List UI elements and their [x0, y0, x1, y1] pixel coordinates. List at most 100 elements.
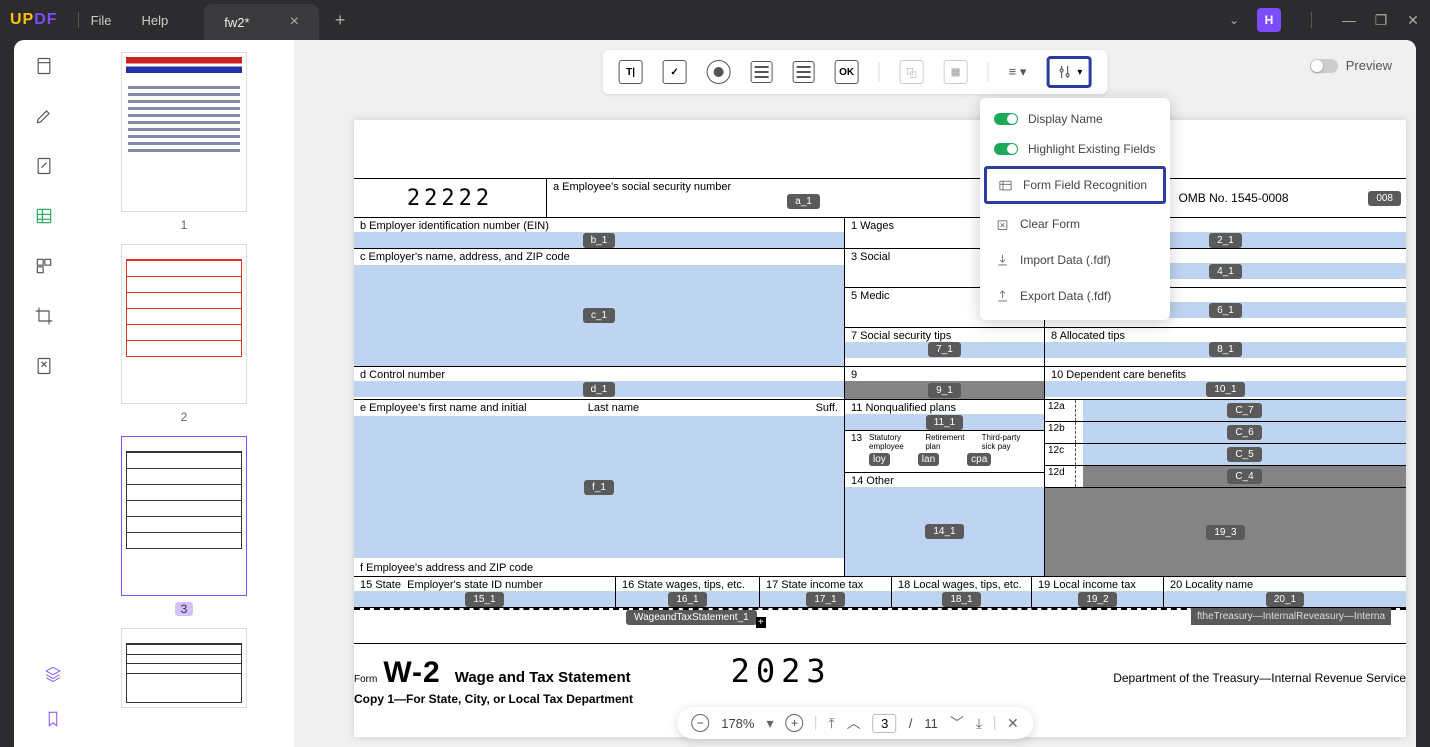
field-f1[interactable]: f_1	[584, 480, 614, 495]
thumb-3[interactable]: 3	[94, 436, 274, 616]
page-input[interactable]	[873, 714, 897, 733]
radio-icon[interactable]	[707, 60, 731, 84]
toggle-switch[interactable]	[1310, 59, 1338, 73]
field-17-1[interactable]: 17_1	[806, 592, 844, 607]
field-10-1[interactable]: 10_1	[1206, 382, 1244, 397]
grid-icon[interactable]: ▦	[944, 60, 968, 84]
chip-008[interactable]: 008	[1368, 191, 1401, 206]
dd-highlight-fields[interactable]: Highlight Existing Fields	[980, 134, 1170, 164]
text-field-icon[interactable]: T|	[619, 60, 643, 84]
dd-form-recognition[interactable]: Form Field Recognition	[984, 166, 1166, 204]
field-19-2[interactable]: 19_2	[1078, 592, 1116, 607]
close-controls-icon[interactable]: ✕	[1007, 715, 1019, 732]
field-16-1[interactable]: 16_1	[668, 592, 706, 607]
thumb-4[interactable]	[94, 628, 274, 708]
title-bar: UPDF File Help fw2* × + ⌄ H — ❐ ✕	[0, 0, 1430, 40]
chip-c4[interactable]: C_4	[1227, 469, 1261, 484]
add-tab-button[interactable]: +	[335, 0, 346, 40]
last-page-icon[interactable]: ⤓	[976, 715, 982, 732]
field-14-1[interactable]: 14_1	[925, 524, 963, 539]
chip-lan[interactable]: lan	[918, 453, 939, 466]
field-4-1[interactable]: 4_1	[1209, 264, 1242, 279]
thumb-1[interactable]: 1	[94, 52, 274, 232]
field-7-1[interactable]: 7_1	[928, 342, 961, 357]
chip-loy[interactable]: loy	[869, 453, 890, 466]
edit-icon[interactable]	[34, 156, 54, 176]
dd-display-name[interactable]: Display Name	[980, 104, 1170, 134]
label: a Employee's social security number	[553, 181, 731, 193]
field-d1[interactable]: d_1	[583, 382, 616, 397]
compress-icon[interactable]	[34, 356, 54, 376]
label: Suff.	[816, 402, 838, 414]
form-toolbar: T| ✓ OK ⿻ ▦ ≡ ▾ ▾	[603, 50, 1108, 94]
w2-form: 22222 a Employee's social security numbe…	[354, 178, 1406, 710]
document-area[interactable]: T| ✓ OK ⿻ ▦ ≡ ▾ ▾ Preview Display Name H…	[294, 40, 1416, 747]
field-15-1[interactable]: 15_1	[465, 592, 503, 607]
tab-close-icon[interactable]: ×	[290, 13, 299, 31]
chevron-down-icon[interactable]: ⌄	[1229, 13, 1239, 27]
zoom-dropdown-icon[interactable]: ▾	[766, 715, 773, 732]
help-menu[interactable]: Help	[142, 13, 169, 28]
layers-icon[interactable]	[44, 665, 62, 688]
row-d-9-10: d Control numberd_1 99_1 10 Dependent ca…	[354, 367, 1406, 400]
label: Employer's state ID number	[407, 579, 542, 591]
form-tools-button[interactable]: ▾	[1046, 56, 1091, 88]
chip-c6[interactable]: C_6	[1227, 425, 1261, 440]
dropdown-field-icon[interactable]	[751, 61, 773, 83]
organize-icon[interactable]	[34, 256, 54, 276]
zoom-in-button[interactable]: +	[786, 714, 804, 732]
dd-export-data[interactable]: Export Data (.fdf)	[980, 278, 1170, 314]
page-icon[interactable]	[34, 56, 54, 76]
chip-19-3[interactable]: 19_3	[1206, 525, 1244, 540]
chip-c7[interactable]: C_7	[1227, 403, 1261, 418]
field-b1[interactable]: b_1	[583, 233, 616, 248]
form-page: 22222 a Employee's social security numbe…	[354, 120, 1406, 737]
dd-import-data[interactable]: Import Data (.fdf)	[980, 242, 1170, 278]
zoom-out-button[interactable]: −	[691, 714, 709, 732]
form-tools-dropdown: Display Name Highlight Existing Fields F…	[980, 98, 1170, 320]
label: 5 Medic	[851, 290, 890, 302]
crop-icon[interactable]	[34, 306, 54, 326]
chip-wage-stmt[interactable]: WageandTaxStatement_1	[626, 610, 757, 625]
field-2-1[interactable]: 2_1	[1209, 233, 1242, 248]
chip-cpa[interactable]: cpa	[967, 453, 991, 466]
dd-label: Form Field Recognition	[1023, 178, 1147, 192]
dd-clear-form[interactable]: Clear Form	[980, 206, 1170, 242]
thumbnail-panel[interactable]: 1 2 3	[74, 40, 294, 747]
field-9-1[interactable]: 9_1	[928, 383, 961, 398]
field-c1[interactable]: c_1	[583, 308, 615, 323]
prev-page-icon[interactable]: ︿	[847, 713, 861, 733]
maximize-icon[interactable]: ❐	[1374, 12, 1388, 29]
minimize-icon[interactable]: —	[1342, 12, 1356, 28]
main-area: 1 2 3 T| ✓ OK ⿻ ▦ ≡ ▾ ▾	[14, 40, 1416, 747]
label: 9	[851, 369, 857, 381]
chip-c5[interactable]: C_5	[1227, 447, 1261, 462]
field-a1[interactable]: a_1	[787, 194, 820, 209]
highlight-icon[interactable]	[34, 106, 54, 126]
toggle-on-icon	[994, 143, 1018, 155]
bookmark-icon[interactable]	[44, 710, 62, 733]
first-page-icon[interactable]: ⤒	[829, 715, 835, 732]
form-icon[interactable]	[34, 206, 54, 226]
thumb-2[interactable]: 2	[94, 244, 274, 424]
user-avatar[interactable]: H	[1257, 8, 1281, 32]
list-field-icon[interactable]	[793, 61, 815, 83]
button-field-icon[interactable]: OK	[835, 60, 859, 84]
file-menu[interactable]: File	[91, 13, 112, 28]
checkbox-icon[interactable]: ✓	[663, 60, 687, 84]
document-tab[interactable]: fw2* ×	[204, 4, 319, 40]
label: 3 Social	[851, 251, 890, 263]
field-18-1[interactable]: 18_1	[942, 592, 980, 607]
preview-toggle[interactable]: Preview	[1310, 58, 1392, 73]
field-6-1[interactable]: 6_1	[1209, 303, 1242, 318]
divider	[78, 12, 79, 28]
copy-icon[interactable]: ⿻	[900, 60, 924, 84]
close-icon[interactable]: ✕	[1406, 12, 1420, 29]
align-dropdown[interactable]: ≡ ▾	[1009, 64, 1027, 80]
field-11-1[interactable]: 11_1	[926, 415, 964, 430]
field-20-1[interactable]: 20_1	[1266, 592, 1304, 607]
box-22222: 22222	[354, 179, 547, 217]
field-8-1[interactable]: 8_1	[1209, 342, 1242, 357]
thumb-page-num: 2	[181, 410, 188, 424]
next-page-icon[interactable]: ﹀	[950, 713, 964, 733]
